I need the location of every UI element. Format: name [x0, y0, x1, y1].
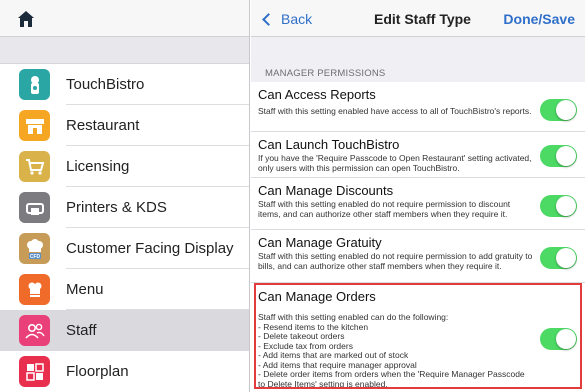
sidebar: TouchBistro Restaurant Licensing Printer…: [0, 0, 250, 392]
page-title: Edit Staff Type: [374, 11, 471, 27]
done-save-button[interactable]: Done/Save: [503, 11, 575, 27]
sidebar-item-printers-kds[interactable]: Printers & KDS: [0, 187, 249, 228]
cart-icon: [19, 151, 50, 182]
chevron-left-icon: [262, 13, 275, 26]
permission-title: Can Manage Gratuity: [258, 235, 382, 250]
permission-row-access-reports: Can Access Reports Staff with this setti…: [251, 82, 585, 132]
toggle-switch[interactable]: [540, 145, 577, 167]
sidebar-item-customer-facing-display[interactable]: CFD Customer Facing Display: [0, 228, 249, 269]
menu-chef-icon: [19, 274, 50, 305]
permission-description: Staff with this setting enabled do not r…: [258, 199, 511, 219]
floorplan-icon: [19, 356, 50, 387]
house-icon[interactable]: [17, 10, 35, 28]
sidebar-item-floorplan[interactable]: Floorplan: [0, 351, 249, 392]
navigation-bar: Back Edit Staff Type Done/Save: [251, 0, 585, 37]
highlight-box: [254, 283, 582, 389]
detail-pane: Back Edit Staff Type Done/Save MANAGER P…: [251, 0, 585, 392]
back-button[interactable]: Back: [262, 11, 313, 27]
sidebar-item-label: Customer Facing Display: [66, 240, 234, 257]
sidebar-item-label: Staff: [66, 322, 97, 339]
sidebar-item-restaurant[interactable]: Restaurant: [0, 105, 249, 146]
sidebar-item-menu[interactable]: Menu: [0, 269, 249, 310]
permission-description: If you have the 'Require Passcode to Ope…: [258, 153, 532, 173]
sidebar-spacer: [0, 37, 249, 64]
permission-title: Can Access Reports: [258, 87, 376, 102]
toggle-knob: [556, 146, 576, 166]
permission-row-manage-discounts: Can Manage Discounts Staff with this set…: [251, 178, 585, 230]
sidebar-item-licensing[interactable]: Licensing: [0, 146, 249, 187]
permission-description: Staff with this setting enabled have acc…: [258, 106, 532, 116]
sidebar-item-label: Floorplan: [66, 363, 129, 380]
sidebar-header: [0, 0, 249, 37]
sidebar-item-staff[interactable]: Staff: [0, 310, 249, 351]
toggle-knob: [556, 248, 576, 268]
sidebar-item-label: Menu: [66, 281, 104, 298]
toggle-switch[interactable]: [540, 99, 577, 121]
permission-row-manage-gratuity: Can Manage Gratuity Staff with this sett…: [251, 230, 585, 283]
svg-text:CFD: CFD: [29, 254, 40, 260]
store-icon: [19, 110, 50, 141]
sidebar-item-touchbistro[interactable]: TouchBistro: [0, 64, 249, 105]
back-label: Back: [281, 11, 313, 27]
cfd-chef-icon: CFD: [19, 233, 50, 264]
permission-description: Staff with this setting enabled do not r…: [258, 251, 533, 271]
toggle-knob: [556, 196, 576, 216]
toggle-switch[interactable]: [540, 247, 577, 269]
printer-icon: [19, 192, 50, 223]
permission-title: Can Manage Discounts: [258, 183, 394, 198]
chef-badge-icon: [19, 69, 50, 100]
sidebar-item-label: TouchBistro: [66, 76, 145, 93]
permission-title: Can Launch TouchBistro: [258, 137, 400, 152]
staff-icon: [19, 315, 50, 346]
sidebar-item-label: Licensing: [66, 158, 130, 175]
sidebar-item-label: Restaurant: [66, 117, 140, 134]
toggle-switch[interactable]: [540, 195, 577, 217]
sidebar-item-label: Printers & KDS: [66, 199, 167, 216]
permission-row-launch-touchbistro: Can Launch TouchBistro If you have the '…: [251, 132, 585, 178]
toggle-knob: [556, 100, 576, 120]
section-header: MANAGER PERMISSIONS: [265, 68, 386, 79]
